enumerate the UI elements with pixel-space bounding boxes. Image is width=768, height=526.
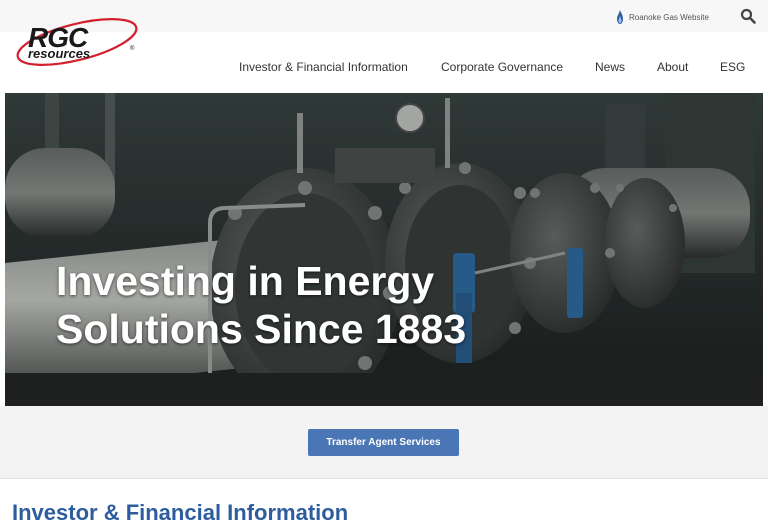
hero-banner: Investing in Energy Solutions Since 1883 xyxy=(5,93,763,406)
section-heading: Investor & Financial Information xyxy=(12,500,349,525)
nav-item-news[interactable]: News xyxy=(595,58,625,76)
roanoke-gas-website-label: Roanoke Gas Website xyxy=(629,12,709,22)
flame-icon xyxy=(617,10,623,24)
nav-item-about[interactable]: About xyxy=(657,58,688,76)
hero-title: Investing in Energy Solutions Since 1883 xyxy=(56,258,467,352)
hero-pipeline-image xyxy=(5,93,763,406)
roanoke-gas-website-link[interactable]: Roanoke Gas Website xyxy=(616,9,709,25)
svg-text:®: ® xyxy=(130,45,135,52)
transfer-agent-services-button[interactable]: Transfer Agent Services xyxy=(308,429,459,456)
nav-item-esg[interactable]: ESG xyxy=(720,58,745,76)
search-icon[interactable] xyxy=(740,8,756,24)
nav-item-investor-financial[interactable]: Investor & Financial Information xyxy=(239,58,408,76)
nav-item-corporate-governance[interactable]: Corporate Governance xyxy=(441,58,563,76)
main-nav: Investor & Financial Information Corpora… xyxy=(0,58,768,76)
